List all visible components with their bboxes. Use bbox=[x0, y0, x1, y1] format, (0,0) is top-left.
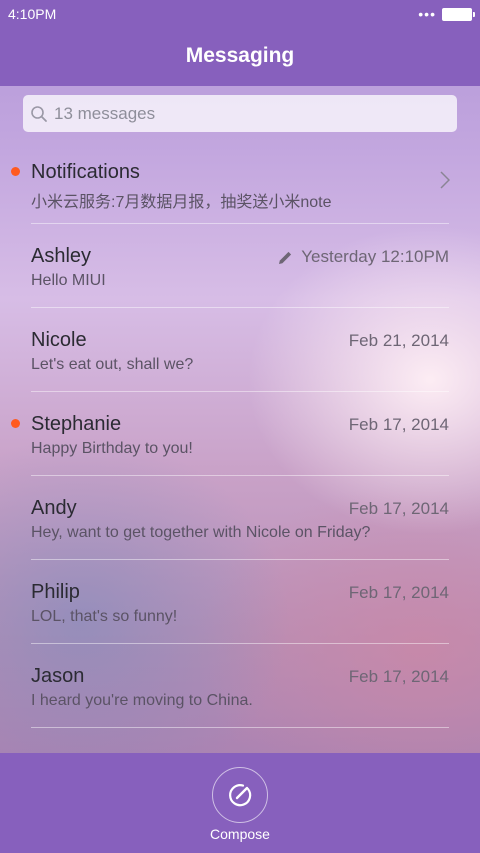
thread-preview: I heard you're moving to China. bbox=[31, 692, 253, 709]
thread-preview: Let's eat out, shall we? bbox=[31, 356, 194, 373]
thread-name: Notifications bbox=[31, 161, 140, 183]
thread-row-philip[interactable]: Philip LOL, that's so funny! Feb 17, 201… bbox=[0, 560, 480, 644]
thread-date-text: Yesterday 12:10PM bbox=[301, 247, 449, 266]
thread-row-nicole[interactable]: Nicole Let's eat out, shall we? Feb 21, … bbox=[0, 308, 480, 392]
thread-date: Yesterday 12:10PM bbox=[278, 247, 449, 267]
status-time: 4:10PM bbox=[8, 6, 57, 22]
compose-label: Compose bbox=[210, 826, 270, 842]
divider bbox=[31, 727, 449, 728]
unread-dot bbox=[11, 419, 20, 428]
thread-date: Feb 17, 2014 bbox=[348, 415, 449, 434]
thread-row-jason[interactable]: Jason I heard you're moving to China. Fe… bbox=[0, 644, 480, 728]
chevron-right-icon bbox=[440, 171, 450, 189]
status-icons: ••• bbox=[418, 6, 475, 22]
battery-icon bbox=[442, 7, 475, 21]
thread-row-notifications[interactable]: Notifications 小米云服务:7月数据月报，抽奖送小米note bbox=[0, 140, 480, 224]
thread-preview: Hello MIUI bbox=[31, 272, 106, 289]
thread-preview: 小米云服务:7月数据月报，抽奖送小米note bbox=[31, 194, 332, 211]
thread-preview: Hey, want to get together with Nicole on… bbox=[31, 524, 371, 541]
page-title: Messaging bbox=[185, 44, 295, 67]
compose-button[interactable] bbox=[212, 767, 268, 823]
thread-date: Feb 17, 2014 bbox=[348, 499, 449, 518]
thread-name: Philip bbox=[31, 581, 80, 603]
thread-preview: Happy Birthday to you! bbox=[31, 440, 193, 457]
thread-row-stephanie[interactable]: Stephanie Happy Birthday to you! Feb 17,… bbox=[0, 392, 480, 476]
thread-name: Nicole bbox=[31, 329, 87, 351]
search-icon bbox=[31, 105, 47, 122]
thread-date: Feb 17, 2014 bbox=[348, 667, 449, 686]
search-input[interactable]: 13 messages bbox=[23, 95, 457, 132]
thread-row-ashley[interactable]: Ashley Hello MIUI Yesterday 12:10PM bbox=[0, 224, 480, 308]
thread-date: Feb 21, 2014 bbox=[348, 331, 449, 350]
thread-list: Notifications 小米云服务:7月数据月报，抽奖送小米note Ash… bbox=[0, 140, 480, 728]
thread-name: Ashley bbox=[31, 245, 92, 267]
unread-dot bbox=[11, 167, 20, 176]
thread-name: Stephanie bbox=[31, 413, 122, 435]
signal-dots: ••• bbox=[418, 6, 436, 22]
thread-row-andy[interactable]: Andy Hey, want to get together with Nico… bbox=[0, 476, 480, 560]
thread-preview: LOL, that's so funny! bbox=[31, 608, 178, 625]
thread-name: Jason bbox=[31, 665, 85, 687]
compose-icon bbox=[229, 784, 252, 807]
thread-name: Andy bbox=[31, 497, 77, 519]
bottom-bar: Compose bbox=[0, 753, 480, 853]
pencil-icon bbox=[279, 251, 292, 264]
search-placeholder: 13 messages bbox=[54, 103, 156, 123]
top-bar: 4:10PM ••• Messaging bbox=[0, 0, 480, 86]
thread-date: Feb 17, 2014 bbox=[348, 583, 449, 602]
